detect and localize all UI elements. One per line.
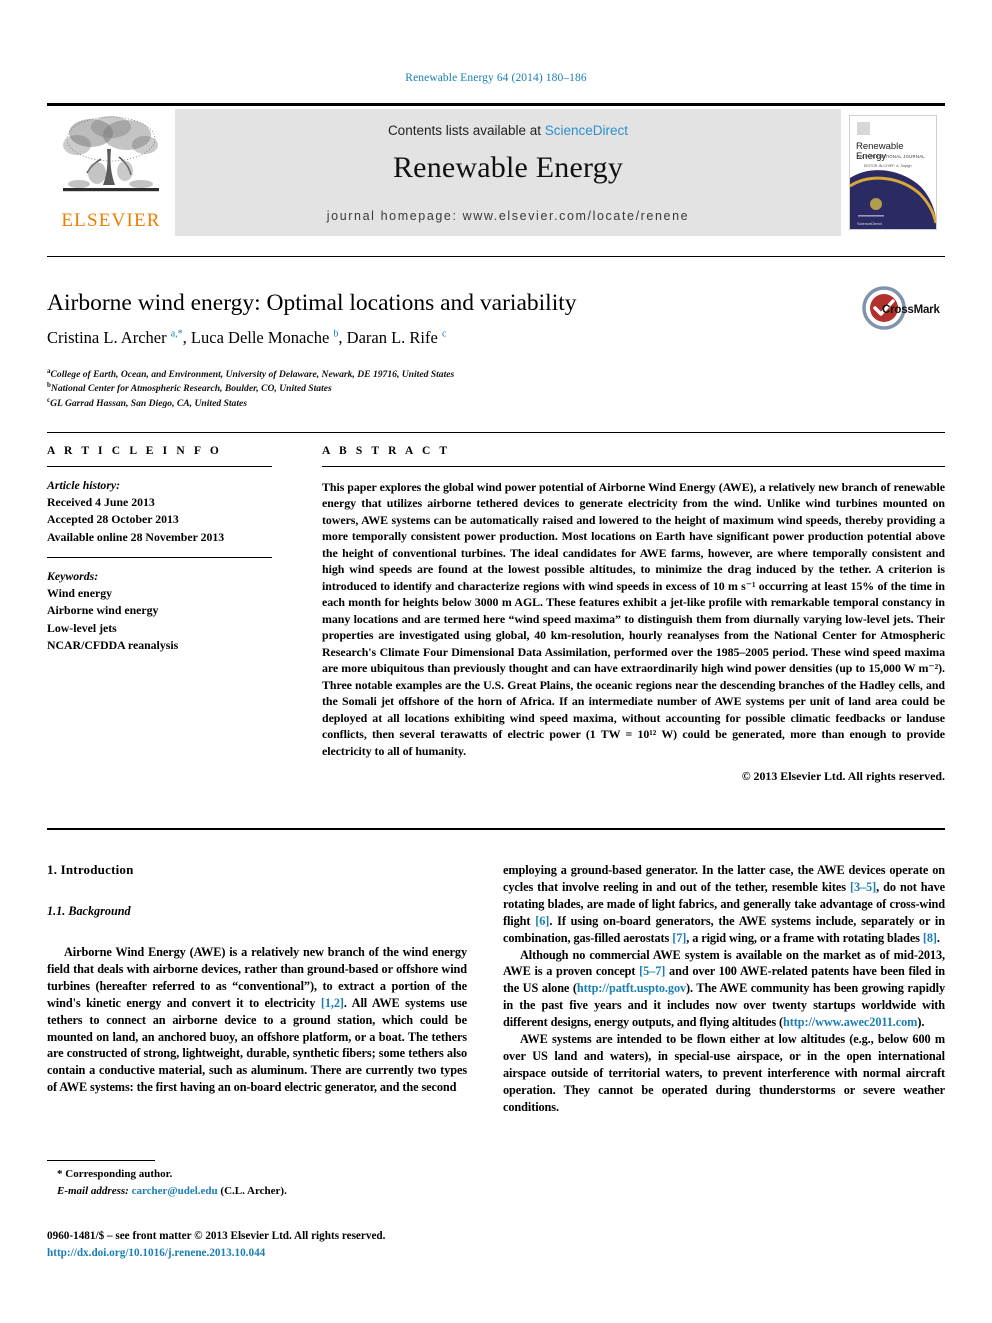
abstract-copyright: © 2013 Elsevier Ltd. All rights reserved… bbox=[741, 769, 945, 784]
contents-available-line: Contents lists available at ScienceDirec… bbox=[175, 123, 841, 138]
body-paragraph: Airborne Wind Energy (AWE) is a relative… bbox=[47, 945, 467, 1095]
cover-publisher-mark bbox=[857, 122, 870, 135]
sciencedirect-link[interactable]: ScienceDirect bbox=[545, 123, 628, 138]
info-block-top-rule bbox=[47, 432, 945, 433]
citation-ref[interactable]: [8] bbox=[923, 931, 937, 945]
body-paragraph: Although no commercial AWE system is ava… bbox=[503, 947, 945, 1030]
external-link[interactable]: http://www.awec2011.com bbox=[783, 1015, 917, 1029]
running-head: Renewable Energy 64 (2014) 180–186 bbox=[405, 72, 587, 84]
keyword-item: Wind energy bbox=[47, 586, 112, 601]
masthead-banner: Contents lists available at ScienceDirec… bbox=[175, 109, 841, 236]
abstract-heading: A B S T R A C T bbox=[322, 445, 451, 457]
email-label: E-mail address: bbox=[57, 1184, 129, 1197]
paper-page: Renewable Energy 64 (2014) 180–186 ELSEV… bbox=[0, 0, 992, 1323]
cover-subtitle: AN INTERNATIONAL JOURNAL bbox=[857, 154, 925, 159]
issn-line: 0960-1481/$ – see front matter © 2013 El… bbox=[47, 1230, 386, 1242]
article-info-column: A R T I C L E I N F O Article history: R… bbox=[47, 445, 272, 654]
journal-title: Renewable Energy bbox=[392, 151, 624, 184]
affiliation-item: bNational Center for Atmospheric Researc… bbox=[47, 381, 877, 395]
history-item: Received 4 June 2013 bbox=[47, 495, 155, 510]
body-column-left: 1. Introduction 1.1. Background Airborne… bbox=[47, 862, 467, 1096]
article-history-label: Article history: bbox=[47, 478, 121, 492]
affiliation-text: College of Earth, Ocean, and Environment… bbox=[50, 369, 455, 381]
history-item: Accepted 28 October 2013 bbox=[47, 512, 179, 527]
corresponding-author-note: * Corresponding author. bbox=[57, 1168, 173, 1180]
abstract-rule bbox=[322, 466, 945, 467]
citation-ref[interactable]: [1,2] bbox=[321, 996, 344, 1010]
citation-ref[interactable]: [3–5] bbox=[850, 880, 876, 894]
page-title: Airborne wind energy: Optimal locations … bbox=[47, 290, 577, 316]
svg-text:ScienceDirect: ScienceDirect bbox=[857, 221, 883, 226]
abstract-text: This paper explores the global wind powe… bbox=[322, 480, 945, 758]
history-item: Available online 28 November 2013 bbox=[47, 529, 225, 544]
footnote-rule bbox=[47, 1160, 155, 1161]
article-history-group: Article history: Received 4 June 2013 Ac… bbox=[47, 477, 272, 546]
keywords-rule bbox=[47, 556, 272, 558]
journal-homepage[interactable]: journal homepage: www.elsevier.com/locat… bbox=[175, 209, 841, 223]
affiliation-list: aCollege of Earth, Ocean, and Environmen… bbox=[47, 367, 877, 410]
email-line: E-mail address: carcher@udel.edu (C.L. A… bbox=[57, 1183, 467, 1200]
body-paragraph: employing a ground-based generator. In t… bbox=[503, 863, 945, 945]
elsevier-logo: ELSEVIER bbox=[47, 109, 175, 236]
info-block-bottom-rule bbox=[47, 828, 945, 830]
abstract-column: A B S T R A C T This paper explores the … bbox=[322, 445, 945, 784]
page-footer: 0960-1481/$ – see front matter © 2013 El… bbox=[47, 1228, 647, 1262]
elsevier-wordmark: ELSEVIER bbox=[61, 210, 161, 231]
citation-ref[interactable]: [5–7] bbox=[639, 964, 665, 978]
citation-ref[interactable]: [7] bbox=[672, 931, 686, 945]
title-divider bbox=[47, 256, 945, 257]
article-info-rule bbox=[47, 466, 272, 467]
section-heading-introduction: 1. Introduction bbox=[47, 862, 134, 877]
elsevier-tree-icon bbox=[63, 116, 159, 192]
email-link[interactable]: carcher@udel.edu bbox=[132, 1185, 218, 1197]
affiliation-item: cGL Garrad Hassan, San Diego, CA, United… bbox=[47, 396, 877, 410]
body-column-right: employing a ground-based generator. In t… bbox=[503, 862, 945, 1116]
keywords-group: Keywords: Wind energy Airborne wind ener… bbox=[47, 568, 272, 654]
email-suffix: (C.L. Archer). bbox=[220, 1184, 287, 1197]
body-paragraph: AWE systems are intended to be flown eit… bbox=[503, 1032, 945, 1114]
affiliation-text: GL Garrad Hassan, San Diego, CA, United … bbox=[50, 398, 247, 410]
external-link[interactable]: http://patft.uspto.gov bbox=[577, 981, 686, 995]
keyword-item: Airborne wind energy bbox=[47, 603, 159, 618]
cover-artwork: ScienceDirect bbox=[850, 170, 936, 229]
section-heading-background: 1.1. Background bbox=[47, 904, 131, 918]
contents-prefix: Contents lists available at bbox=[387, 123, 545, 138]
crossmark-label: CrossMark bbox=[882, 304, 940, 316]
author-list: Cristina L. Archer a,*, Luca Delle Monac… bbox=[47, 328, 447, 347]
affiliation-text: National Center for Atmospheric Research… bbox=[50, 383, 332, 395]
doi-link[interactable]: http://dx.doi.org/10.1016/j.renene.2013.… bbox=[47, 1245, 647, 1262]
keywords-label: Keywords: bbox=[47, 568, 99, 583]
article-info-heading: A R T I C L E I N F O bbox=[47, 445, 222, 457]
footnote-block: * Corresponding author. E-mail address: … bbox=[47, 1166, 467, 1199]
journal-cover-thumbnail: Renewable Energy AN INTERNATIONAL JOURNA… bbox=[841, 109, 945, 236]
keyword-item: NCAR/CFDDA reanalysis bbox=[47, 637, 179, 652]
journal-masthead: ELSEVIER Contents lists available at Sci… bbox=[47, 103, 945, 236]
citation-ref[interactable]: [6] bbox=[535, 914, 549, 928]
keyword-item: Low-level jets bbox=[47, 620, 117, 635]
affiliation-item: aCollege of Earth, Ocean, and Environmen… bbox=[47, 367, 877, 381]
